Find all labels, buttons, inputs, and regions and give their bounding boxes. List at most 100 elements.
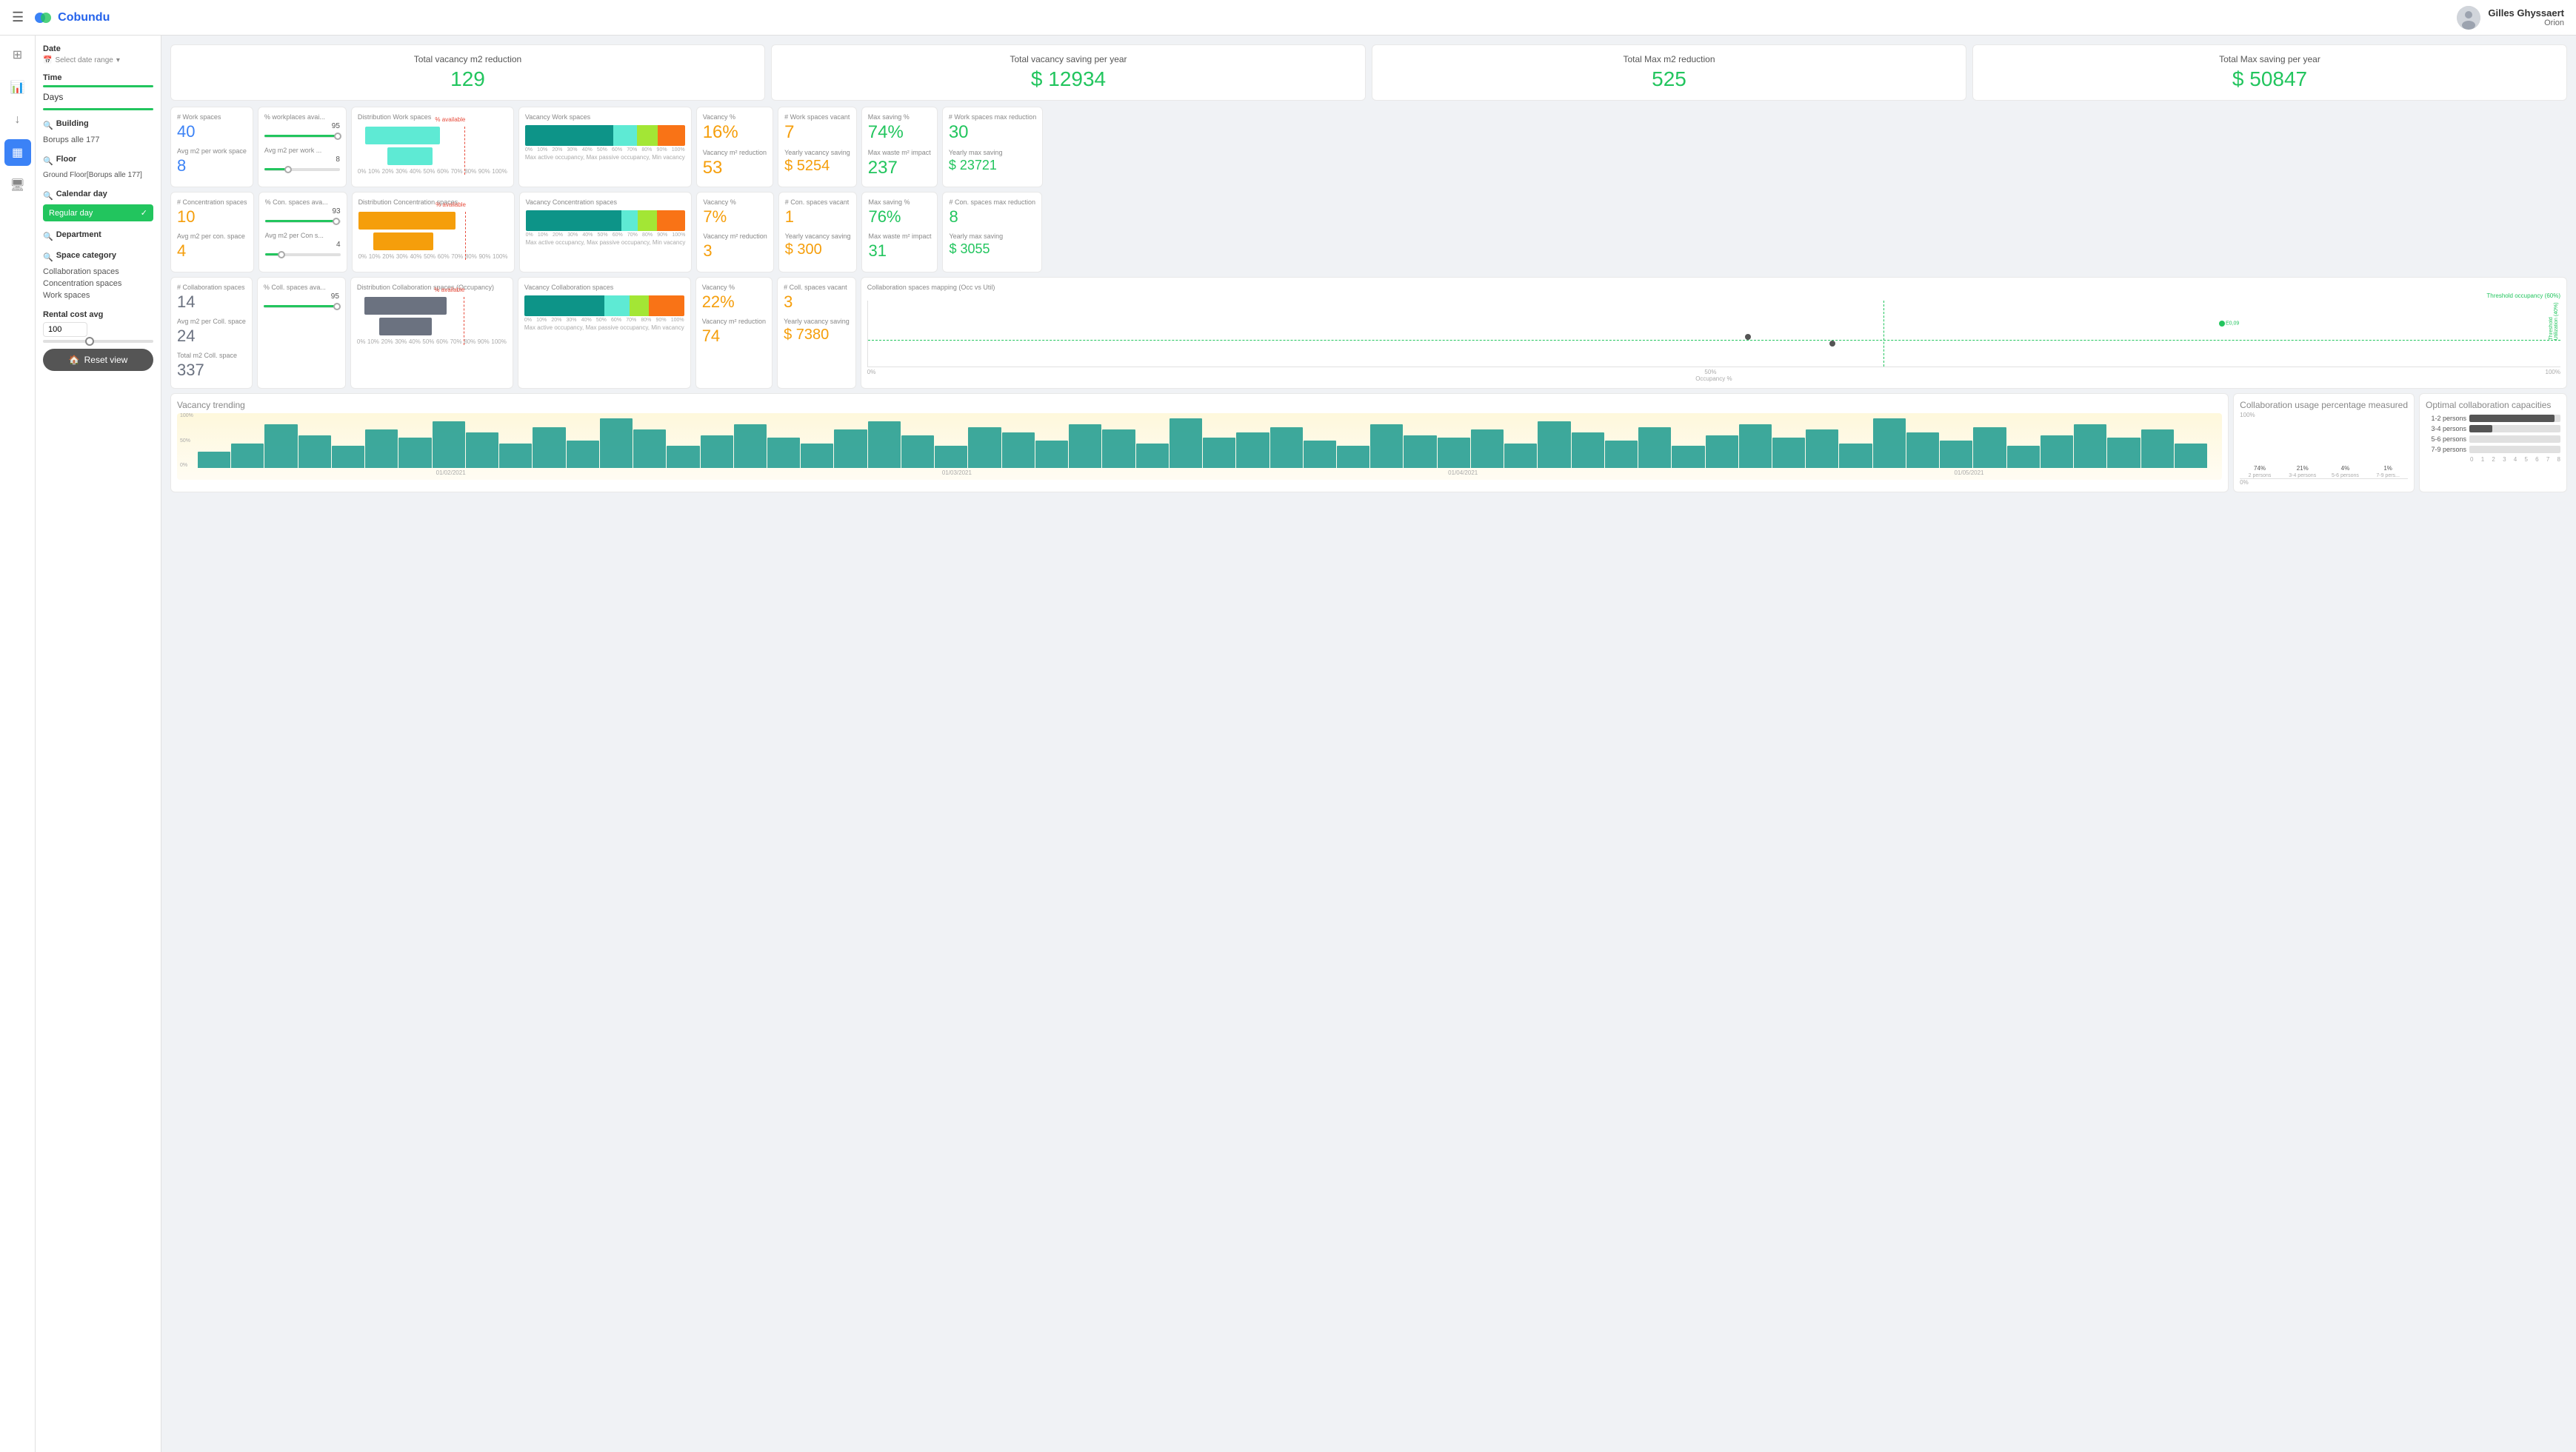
threshold-util-label: Threshold Utilization (40%) — [2549, 301, 2559, 340]
cs-avail-slider[interactable] — [265, 220, 341, 223]
dept-label: Department — [56, 230, 101, 239]
trending-bar — [868, 421, 901, 468]
cs-vac-pct-label: Vacancy % — [703, 198, 767, 206]
collab-total-label: Total m2 Coll. space — [177, 352, 246, 359]
space-category-filter: 🔍 Space category Collaboration spaces Co… — [43, 251, 153, 301]
floor-search-row: 🔍 Floor — [43, 155, 153, 167]
space-cat-collab[interactable]: Collaboration spaces — [43, 266, 153, 278]
collab-dist-axis: 0%10%20%30%40%50%60%70%80%90%100% — [357, 338, 507, 345]
topnav-left: ☰ Cobundu — [12, 7, 110, 28]
collab-avail-slider[interactable] — [264, 305, 339, 308]
cs-vacancy-bar-wrap: 0%10%20%30%40%50%60%70%80%90%100% Max ac… — [526, 210, 686, 246]
cs-max-saving-card: Max saving % 76% Max waste m² impact 31 — [861, 192, 938, 272]
regular-day-button[interactable]: Regular day ✓ — [43, 204, 153, 221]
optimal-bar-row: 5-6 persons — [2426, 435, 2560, 443]
collab-yearly-saving-value: $ 7380 — [784, 327, 850, 344]
ws-avg-per-label: Avg m2 per work ... — [264, 147, 340, 154]
cs-vacancy-bar — [526, 210, 686, 231]
building-label: Building — [56, 119, 89, 128]
collab-yearly-saving-label: Yearly vacancy saving — [784, 318, 850, 325]
space-cat-search-row: 🔍 Space category — [43, 251, 153, 263]
sidebar-icon-grid[interactable]: ⊞ — [4, 41, 31, 68]
cs-max-reduction-card: # Con. spaces max reduction 8 Yearly max… — [942, 192, 1042, 272]
collab-avg-label: Avg m2 per Coll. space — [177, 318, 246, 325]
trending-bar — [1739, 424, 1772, 468]
hamburger-icon[interactable]: ☰ — [12, 10, 24, 25]
trending-bar — [1169, 418, 1202, 468]
cs-seg-lime — [638, 210, 657, 231]
date-select[interactable]: 📅 Select date range ▾ — [43, 56, 153, 64]
date-label: Date — [43, 44, 153, 53]
reset-button[interactable]: 🏠 Reset view — [43, 349, 153, 371]
trending-bar — [1839, 444, 1872, 468]
sidebar-icon-chart[interactable]: 📊 — [4, 74, 31, 101]
ws-avg-per-value: 8 — [264, 155, 340, 164]
kpi-vacancy-m2-title: Total vacancy m2 reduction — [183, 54, 753, 64]
building-value[interactable]: Borups alle 177 — [43, 134, 153, 146]
concentration-row: # Concentration spaces 10 Avg m2 per con… — [170, 192, 2567, 272]
ws-max-waste-value: 237 — [868, 158, 931, 178]
ws-vac-m2-label: Vacancy m² reduction — [703, 149, 767, 156]
trending-bar — [499, 444, 532, 468]
ws-avg-slider[interactable] — [264, 168, 340, 171]
threshold-util-line — [868, 340, 2560, 341]
trending-bar — [1772, 438, 1805, 468]
trending-bar — [1035, 441, 1068, 468]
floor-value[interactable]: Ground Floor[Borups alle 177] — [43, 170, 153, 181]
cs-dist-bar-top — [358, 212, 456, 230]
trending-bar — [1136, 444, 1169, 468]
optimal-bar-row: 7-9 persons — [2426, 446, 2560, 453]
trending-y-labels: 100%50%0% — [180, 413, 193, 468]
space-cat-conc[interactable]: Concentration spaces — [43, 278, 153, 290]
trending-bars-wrap — [177, 413, 2222, 468]
space-cat-work[interactable]: Work spaces — [43, 290, 153, 301]
collab-avail-label: % Coll. spaces ava... — [264, 284, 339, 291]
trending-bar — [1906, 432, 1939, 468]
optimal-bars-wrap: 1-2 persons3-4 persons5-6 persons7-9 per… — [2426, 415, 2560, 453]
days-bar — [43, 108, 153, 110]
ws-yearly-max-label: Yearly max saving — [949, 149, 1036, 156]
ws-max-waste-label: Max waste m² impact — [868, 149, 931, 156]
trending-bar — [834, 429, 867, 468]
trending-bar — [1504, 444, 1537, 468]
usage-bars-wrap: 74%2 persons21%3-4 persons4%5-6 persons1… — [2240, 420, 2408, 479]
avatar — [2457, 6, 2480, 30]
rental-slider[interactable] — [43, 340, 153, 343]
trending-bar — [667, 446, 699, 468]
cs-max-saving-label: Max saving % — [868, 198, 931, 206]
usage-bar-group: 74%2 persons — [2240, 465, 2280, 478]
trending-bar — [734, 424, 767, 468]
trending-bar — [1638, 427, 1671, 469]
trending-bar — [1572, 432, 1604, 468]
cs-avg-slider[interactable] — [265, 253, 341, 256]
ws-max-saving-card: Max saving % 74% Max waste m² impact 237 — [861, 107, 938, 187]
collab-dist-title: Distribution Collaboration spaces (Occup… — [357, 284, 507, 291]
trending-bar — [332, 446, 364, 468]
ws-avail-slider[interactable] — [264, 135, 340, 138]
scatter-area: E0,09 Threshold Utilization (40%) — [867, 301, 2560, 367]
collab-seg-lteal — [604, 295, 630, 316]
trending-bar — [2074, 424, 2106, 468]
collab-vac-pct-label: Vacancy % — [702, 284, 766, 291]
optimal-bar-row: 3-4 persons — [2426, 425, 2560, 432]
collab-slider-card: % Coll. spaces ava... 95 — [257, 277, 346, 389]
ws-dist-chart: % available 0%10%20%30%40%50%60%70%80%90… — [358, 127, 507, 175]
cs-vac-m2-value: 3 — [703, 241, 767, 261]
cs-yearly-max-section: Yearly max saving $ 3055 — [949, 232, 1035, 257]
sidebar-icon-dashboard[interactable]: ▦ — [4, 139, 31, 166]
collab-vacancy-axis: 0%10%20%30%40%50%60%70%80%90%100% — [524, 318, 684, 323]
floor-label: Floor — [56, 155, 77, 164]
ws-avail-pct-label: % available — [435, 116, 465, 123]
ws-yearly-max-value: $ 23721 — [949, 158, 1036, 173]
sidebar-icon-monitor[interactable]: 🖥 — [4, 172, 31, 198]
trending-bar — [1370, 424, 1403, 468]
cs-dist-line — [465, 212, 466, 260]
cs-count-label: # Concentration spaces — [177, 198, 247, 206]
collab-vac-pct-value: 22% — [702, 292, 766, 312]
trending-bar — [466, 432, 498, 468]
sidebar-icon-download[interactable]: ↓ — [4, 107, 31, 133]
rental-input[interactable] — [43, 322, 87, 337]
collab-usage-y-top: 100% — [2240, 412, 2408, 418]
usage-bar-group: 21%3-4 persons — [2283, 465, 2323, 478]
cs-yearly-saving-label: Yearly vacancy saving — [785, 232, 851, 240]
